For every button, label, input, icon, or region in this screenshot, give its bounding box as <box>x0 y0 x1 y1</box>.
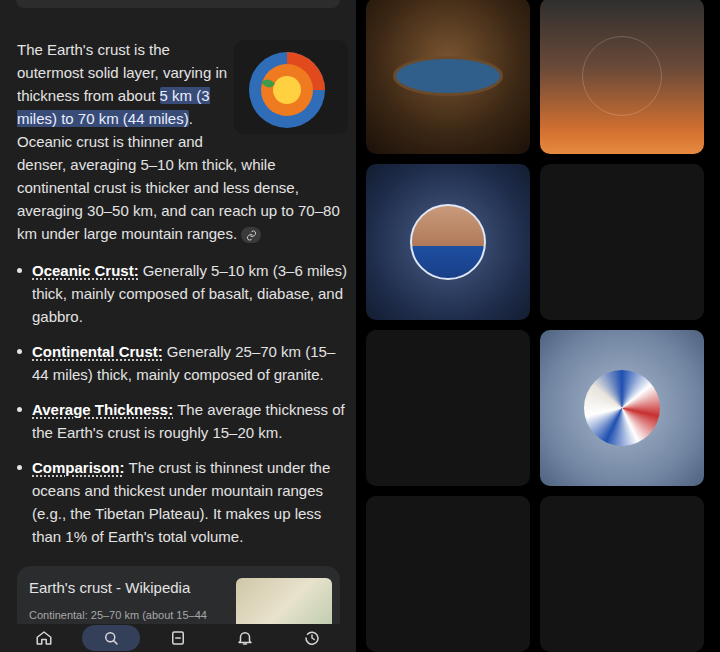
bullet-dot <box>17 268 22 273</box>
sunset-tile[interactable] <box>540 0 704 154</box>
bullet-item: Comparison:The crust is thinnest under t… <box>17 456 348 548</box>
home-icon <box>35 629 53 647</box>
nav-search-button[interactable] <box>82 625 140 651</box>
bullet-label[interactable]: Comparison: <box>32 459 125 476</box>
earth-diagram-image[interactable] <box>234 40 348 134</box>
empty-tile[interactable] <box>366 496 530 652</box>
bullet-item: Average Thickness:The average thickness … <box>17 398 348 444</box>
avatar-tile[interactable] <box>366 164 530 320</box>
bullet-dot <box>17 349 22 354</box>
nav-history-button[interactable] <box>283 625 341 651</box>
bullet-dot <box>17 407 22 412</box>
empty-tile[interactable] <box>366 330 530 486</box>
bullet-item: Continental Crust:Generally 25–70 km (15… <box>17 340 348 386</box>
bullet-body: Average Thickness:The average thickness … <box>32 398 348 444</box>
notifications-icon <box>236 629 254 647</box>
answer-bullets: Oceanic Crust:Generally 5–10 km (3–6 mil… <box>17 259 348 548</box>
collections-icon <box>169 629 187 647</box>
table-disc <box>393 56 503 96</box>
source-thumbnail <box>236 578 332 624</box>
bullet-label[interactable]: Oceanic Crust: <box>32 262 139 279</box>
source-snippet: Continental: 25–70 km (about 15–44 <box>29 608 228 622</box>
bullet-body: Oceanic Crust:Generally 5–10 km (3–6 mil… <box>32 259 348 328</box>
emblem-image <box>584 370 660 446</box>
media-grid <box>356 0 720 652</box>
search-panel: The Earth's crust is the outermost solid… <box>0 0 356 652</box>
bullet-body: Comparison:The crust is thinnest under t… <box>32 456 348 548</box>
history-icon <box>303 629 321 647</box>
bullet-label[interactable]: Average Thickness: <box>32 401 173 418</box>
horizon-circle <box>582 36 662 116</box>
empty-tile[interactable] <box>540 164 704 320</box>
answer-paragraph: The Earth's crust is the outermost solid… <box>17 38 348 245</box>
bullet-dot <box>17 465 22 470</box>
source-card-text: Earth's crust - Wikipedia Continental: 25… <box>29 578 228 624</box>
emblem-tile[interactable] <box>540 330 704 486</box>
bullet-label[interactable]: Continental Crust: <box>32 343 163 360</box>
bottom-nav <box>0 624 356 652</box>
forum-photo-tile[interactable] <box>366 0 530 154</box>
link-icon[interactable] <box>241 227 261 243</box>
answer-content: The Earth's crust is the outermost solid… <box>0 8 356 624</box>
nav-home-button[interactable] <box>15 625 73 651</box>
search-icon <box>102 629 120 647</box>
avatar-image <box>410 204 486 280</box>
bullet-body: Continental Crust:Generally 25–70 km (15… <box>32 340 348 386</box>
source-title[interactable]: Earth's crust - Wikipedia <box>29 578 228 598</box>
panel-top-edge <box>16 0 340 8</box>
bullet-item: Oceanic Crust:Generally 5–10 km (3–6 mil… <box>17 259 348 328</box>
nav-collections-button[interactable] <box>149 625 207 651</box>
empty-tile[interactable] <box>540 496 704 652</box>
source-card[interactable]: Earth's crust - Wikipedia Continental: 25… <box>17 566 340 624</box>
nav-notifications-button[interactable] <box>216 625 274 651</box>
